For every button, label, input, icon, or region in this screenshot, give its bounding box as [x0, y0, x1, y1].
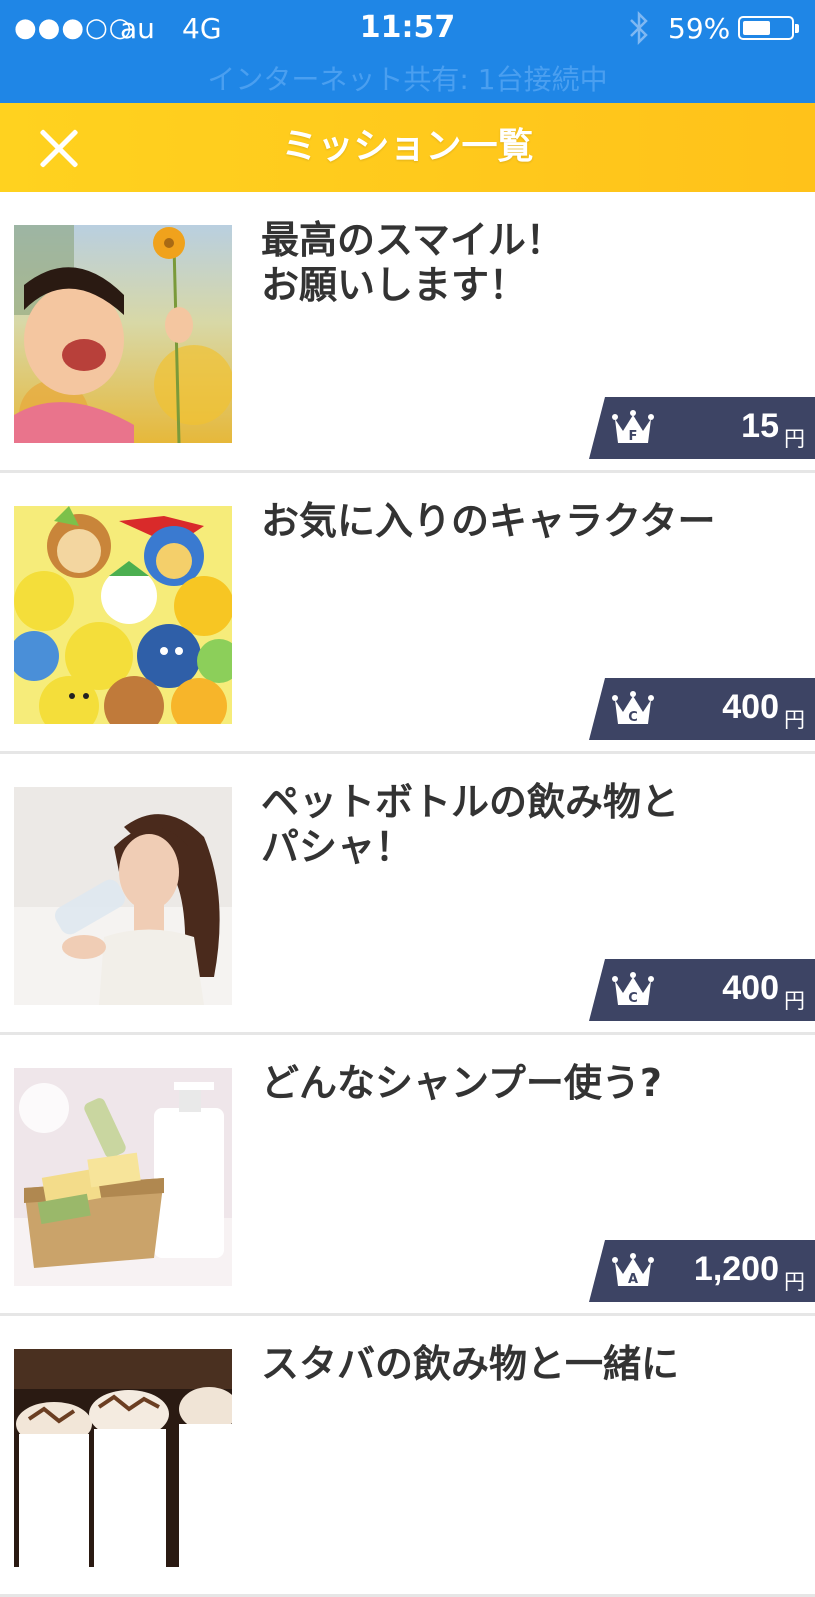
status-bar: ●●●○○ au 4G 11:57 59% インターネット共有: 1台接続中 — [0, 0, 815, 103]
rank-letter: F — [629, 429, 638, 444]
mission-item[interactable]: スタバの飲み物と一緒に — [0, 1316, 815, 1597]
page-title: ミッション一覧 — [281, 126, 534, 167]
reward-badge: C 400 円 — [589, 678, 815, 740]
app-header: ミッション一覧 — [0, 103, 815, 192]
reward-badge: A 1,200 円 — [589, 1240, 815, 1302]
mission-title: ペットボトルの飲み物と パシャ！ — [261, 780, 680, 869]
battery-icon — [738, 16, 799, 40]
mission-title: スタバの飲み物と一緒に — [261, 1342, 680, 1386]
mission-title: 最高のスマイル！ お願いします！ — [261, 218, 564, 307]
character-plush-toys-image — [14, 506, 232, 724]
mission-item[interactable]: ペットボトルの飲み物と パシャ！ C 400 円 — [0, 754, 815, 1035]
smiling-girl-flowers-image — [14, 225, 232, 443]
bluetooth-icon — [630, 10, 648, 46]
reward-amount: 400 — [722, 688, 779, 726]
shampoo-soap-basket-image — [14, 1068, 232, 1286]
reward-unit: 円 — [784, 427, 805, 451]
mission-item[interactable]: 最高のスマイル！ お願いします！ F 15 円 — [0, 192, 815, 473]
frappuccino-drinks-image — [14, 1349, 232, 1567]
rank-letter: A — [628, 1272, 638, 1287]
mission-title: どんなシャンプー使う? — [261, 1061, 662, 1105]
mission-title: お気に入りのキャラクター — [261, 499, 716, 543]
mission-item[interactable]: お気に入りのキャラクター C 400 円 — [0, 473, 815, 754]
tethering-status: インターネット共有: 1台接続中 — [207, 63, 608, 96]
crown-rank-icon: C — [612, 972, 654, 1006]
rank-letter: C — [628, 710, 638, 725]
reward-badge: F 15 円 — [589, 397, 815, 459]
rank-letter: C — [628, 991, 638, 1006]
reward-unit: 円 — [784, 989, 805, 1013]
mission-item[interactable]: どんなシャンプー使う? A 1,200 円 — [0, 1035, 815, 1316]
reward-badge: C 400 円 — [589, 959, 815, 1021]
woman-drinking-water-image — [14, 787, 232, 1005]
reward-amount: 400 — [722, 969, 779, 1007]
reward-unit: 円 — [784, 1270, 805, 1294]
crown-rank-icon: A — [612, 1253, 654, 1287]
reward-amount: 1,200 — [693, 1250, 779, 1288]
reward-unit: 円 — [784, 708, 805, 732]
crown-rank-icon: C — [612, 691, 654, 725]
battery-percent: 59% — [668, 12, 731, 45]
crown-rank-icon: F — [612, 410, 654, 444]
mission-list: 最高のスマイル！ お願いします！ F 15 円 お気に入りのキャラクター C 4… — [0, 192, 815, 1597]
reward-amount: 15 — [741, 407, 779, 445]
